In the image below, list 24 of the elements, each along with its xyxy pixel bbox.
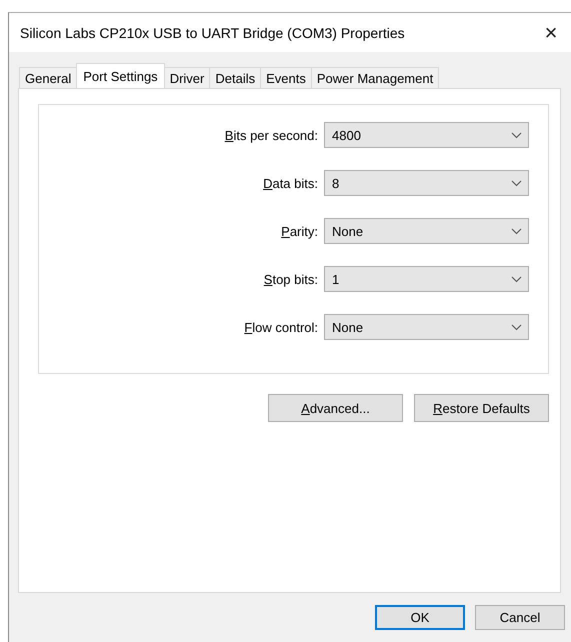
cancel-button[interactable]: Cancel: [475, 605, 565, 630]
field-label: Parity:: [281, 224, 318, 238]
chevron-down-icon: [511, 132, 522, 138]
dropdown[interactable]: 8: [324, 170, 529, 196]
window-title: Silicon Labs CP210x USB to UART Bridge (COM3) Properties: [20, 24, 405, 40]
dropdown[interactable]: None: [324, 218, 529, 244]
field-label: Bits per second:: [224, 128, 318, 142]
ok-button[interactable]: OK: [375, 605, 465, 630]
chevron-down-icon: [511, 276, 522, 282]
chevron-down-icon: [511, 228, 522, 234]
field-label: Stop bits:: [264, 272, 318, 286]
advanced-button[interactable]: Advanced...: [268, 394, 403, 422]
close-button[interactable]: ×: [531, 22, 571, 44]
dropdown[interactable]: None: [324, 314, 529, 340]
tab[interactable]: Port Settings: [76, 63, 165, 88]
dropdown[interactable]: 1: [324, 266, 529, 292]
tab[interactable]: General: [19, 67, 78, 88]
dropdown[interactable]: 4800: [324, 122, 529, 148]
tab[interactable]: Power Management: [310, 67, 440, 88]
chevron-down-icon: [511, 324, 522, 330]
chevron-down-icon: [511, 180, 522, 186]
field-label: Data bits:: [263, 176, 318, 190]
restore-defaults-button[interactable]: Restore Defaults: [414, 394, 549, 422]
field-label: Flow control:: [244, 320, 318, 334]
